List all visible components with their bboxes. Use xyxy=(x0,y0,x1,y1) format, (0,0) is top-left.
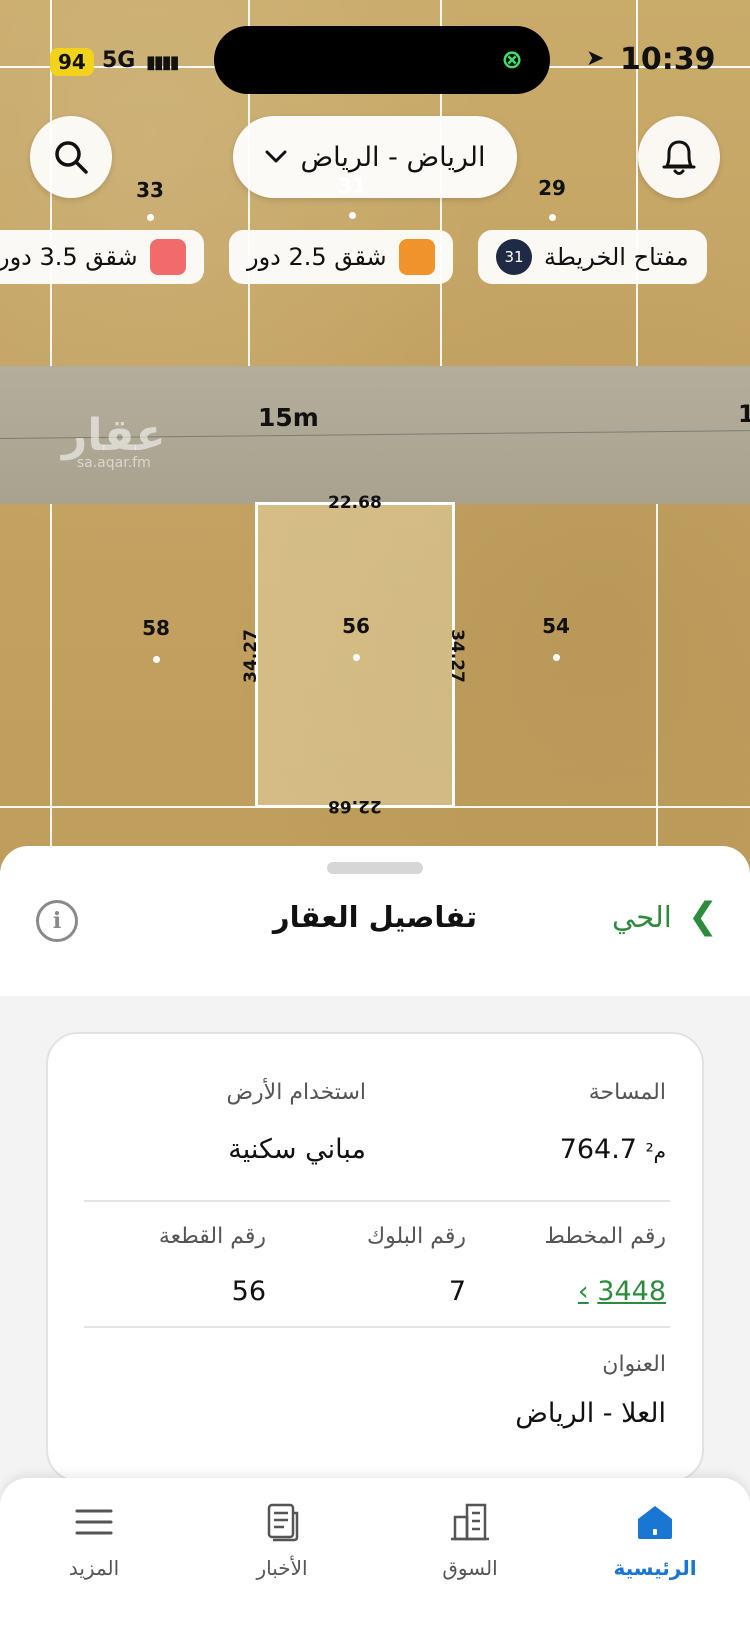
land-use-value: مباني سكنية xyxy=(228,1134,366,1165)
divider xyxy=(84,1200,670,1202)
status-bar: 94 5G ▮▮▮▮ ⊗ ➤ 10:39 xyxy=(0,0,750,120)
plot-number[interactable]: 54 xyxy=(526,614,586,638)
search-button[interactable] xyxy=(30,116,112,198)
parcel-line xyxy=(50,504,52,880)
plot-dot xyxy=(152,656,160,663)
neighborhood-link-label: الحي xyxy=(612,899,672,934)
plot-label: رقم القطعة xyxy=(158,1224,266,1249)
details-card: المساحة استخدام الأرض م² 764.7 مباني سكن… xyxy=(46,1032,704,1482)
plot-dot xyxy=(352,654,360,661)
notifications-button[interactable] xyxy=(638,116,720,198)
land-use-label: استخدام الأرض xyxy=(226,1080,366,1105)
plot-dot xyxy=(552,654,560,661)
map-view[interactable]: 15m 1 عقار sa.aqar.fm 33 31 29 2 22.68 2… xyxy=(0,0,750,880)
legend-chip-apartments-3-5[interactable]: شقق 3.5 دور xyxy=(0,230,204,284)
clock: 10:39 xyxy=(620,42,716,77)
bell-icon xyxy=(662,140,696,175)
address-value: العلا - الرياض xyxy=(515,1398,666,1429)
plot-dot xyxy=(548,214,556,221)
tab-home[interactable]: الرئيسية xyxy=(595,1498,715,1580)
tab-news[interactable]: الأخبار xyxy=(222,1498,342,1580)
legend-label: شقق 3.5 دور xyxy=(0,243,138,271)
news-icon xyxy=(267,1503,299,1542)
tab-news-label: الأخبار xyxy=(256,1556,308,1580)
location-arrow-icon: ➤ xyxy=(586,46,605,71)
red-swatch xyxy=(149,239,186,275)
legend-chip-apartments-2-5[interactable]: شقق 2.5 دور xyxy=(229,230,453,284)
chevron-right-icon: ❯ xyxy=(687,896,718,937)
tab-market-label: السوق xyxy=(442,1556,498,1580)
legend-count-badge: 31 xyxy=(496,239,532,275)
link-icon: ⊗ xyxy=(501,45,523,75)
tab-more[interactable]: المزيد xyxy=(34,1498,154,1580)
plot-number[interactable]: 56 xyxy=(326,614,386,638)
neighborhood-link[interactable]: ❯ الحي xyxy=(612,896,718,937)
area-label: المساحة xyxy=(588,1080,666,1105)
plan-number: 3448 xyxy=(597,1276,666,1307)
divider xyxy=(84,1326,670,1328)
chevron-down-icon xyxy=(265,150,287,163)
area-value: م² 764.7 xyxy=(559,1134,666,1165)
road-side-number: 1 xyxy=(738,400,750,428)
plot-number[interactable]: 33 xyxy=(120,178,180,202)
block-value: 7 xyxy=(448,1276,466,1307)
plot-number[interactable]: 2 xyxy=(734,176,750,200)
battery-indicator: 94 xyxy=(50,48,94,76)
search-icon xyxy=(55,141,88,174)
plot-dim-bottom: 22.68 xyxy=(328,796,382,816)
network-label: 5G xyxy=(102,48,136,73)
home-icon xyxy=(638,1506,672,1539)
plot-dim-left: 34.27 xyxy=(240,629,261,683)
legend-label: شقق 2.5 دور xyxy=(247,243,387,271)
plot-dim-right: 34.27 xyxy=(446,629,467,683)
tab-more-label: المزيد xyxy=(68,1556,120,1580)
building-icon xyxy=(451,1503,489,1541)
chevron-left-icon: ‹ xyxy=(577,1276,589,1307)
map-legend-chip[interactable]: مفتاح الخريطة 31 xyxy=(478,230,707,284)
plot-number[interactable]: 58 xyxy=(126,616,186,640)
orange-swatch xyxy=(398,239,435,275)
plot-dim-top: 22.68 xyxy=(328,493,382,513)
plot-number[interactable]: 29 xyxy=(522,176,582,200)
city-selector-label: الرياض - الرياض xyxy=(300,141,486,173)
plan-label: رقم المخطط xyxy=(544,1224,666,1249)
city-selector[interactable]: الرياض - الرياض xyxy=(233,116,517,198)
map-legend-label: مفتاح الخريطة xyxy=(544,243,689,271)
sheet-grabber[interactable] xyxy=(327,862,423,874)
plan-number-link[interactable]: ‹ 3448 xyxy=(578,1276,666,1307)
menu-icon xyxy=(75,1509,113,1535)
sheet-header: i تفاصيل العقار ❯ الحي xyxy=(0,886,750,966)
tab-market[interactable]: السوق xyxy=(410,1498,530,1580)
road-width-label: 15m xyxy=(258,403,319,432)
parcel-line xyxy=(656,504,658,880)
address-label: العنوان xyxy=(602,1352,666,1377)
plot-value: 56 xyxy=(231,1276,266,1307)
dynamic-island: ⊗ xyxy=(214,26,550,94)
tab-home-label: الرئيسية xyxy=(613,1556,697,1580)
aqar-watermark: عقار sa.aqar.fm xyxy=(62,410,166,471)
plot-dot xyxy=(146,214,154,221)
plot-number[interactable]: 5 xyxy=(738,614,750,638)
block-label: رقم البلوك xyxy=(366,1224,466,1249)
tab-bar: الرئيسية السوق الأخبار المزيد xyxy=(0,1478,750,1630)
signal-icon: ▮▮▮▮ xyxy=(146,52,180,73)
plot-dot xyxy=(348,212,356,219)
